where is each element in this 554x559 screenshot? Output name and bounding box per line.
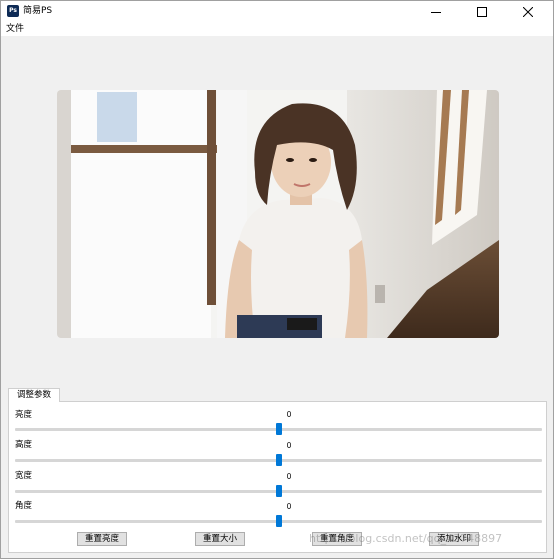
portrait-photo-graphic: [57, 90, 499, 338]
close-button[interactable]: [505, 1, 551, 22]
slider-handle[interactable]: [276, 423, 282, 435]
tab-adjust-params[interactable]: 调整参数: [8, 388, 60, 402]
menu-file[interactable]: 文件: [6, 23, 24, 35]
maximize-icon: [477, 6, 487, 17]
param-label-angle: 角度: [15, 501, 33, 511]
param-label-width: 宽度: [15, 471, 33, 481]
minimize-icon: [431, 11, 441, 13]
title-bar[interactable]: Ps 简易PS: [1, 1, 553, 22]
app-window: Ps 简易PS 文件 调整参数 亮度 0 高度 0 宽度 0 角度 0 重置亮度…: [0, 0, 554, 559]
slider-angle[interactable]: [15, 515, 542, 527]
reset-angle-button[interactable]: 重置角度: [312, 532, 362, 546]
minimize-button[interactable]: [413, 1, 459, 22]
param-value-height: 0: [286, 441, 292, 450]
param-value-brightness: 0: [286, 410, 292, 419]
reset-brightness-button[interactable]: 重置亮度: [77, 532, 127, 546]
slider-brightness[interactable]: [15, 423, 542, 435]
maximize-button[interactable]: [459, 1, 505, 22]
window-title: 简易PS: [23, 6, 53, 16]
menu-bar: 文件: [1, 22, 553, 36]
slider-handle[interactable]: [276, 485, 282, 497]
close-icon: [523, 6, 533, 17]
param-label-brightness: 亮度: [15, 410, 33, 420]
slider-width[interactable]: [15, 485, 542, 497]
param-value-angle: 0: [286, 502, 292, 511]
params-panel: 亮度 0 高度 0 宽度 0 角度 0 重置亮度 重置大小 重置角度 添加水印: [8, 401, 547, 553]
slider-handle[interactable]: [276, 515, 282, 527]
photo-image: [57, 90, 499, 338]
slider-height[interactable]: [15, 454, 542, 466]
slider-handle[interactable]: [276, 454, 282, 466]
reset-size-button[interactable]: 重置大小: [195, 532, 245, 546]
param-label-height: 高度: [15, 440, 33, 450]
app-icon: Ps: [7, 5, 19, 17]
add-watermark-button[interactable]: 添加水印: [429, 532, 479, 546]
param-value-width: 0: [286, 472, 292, 481]
